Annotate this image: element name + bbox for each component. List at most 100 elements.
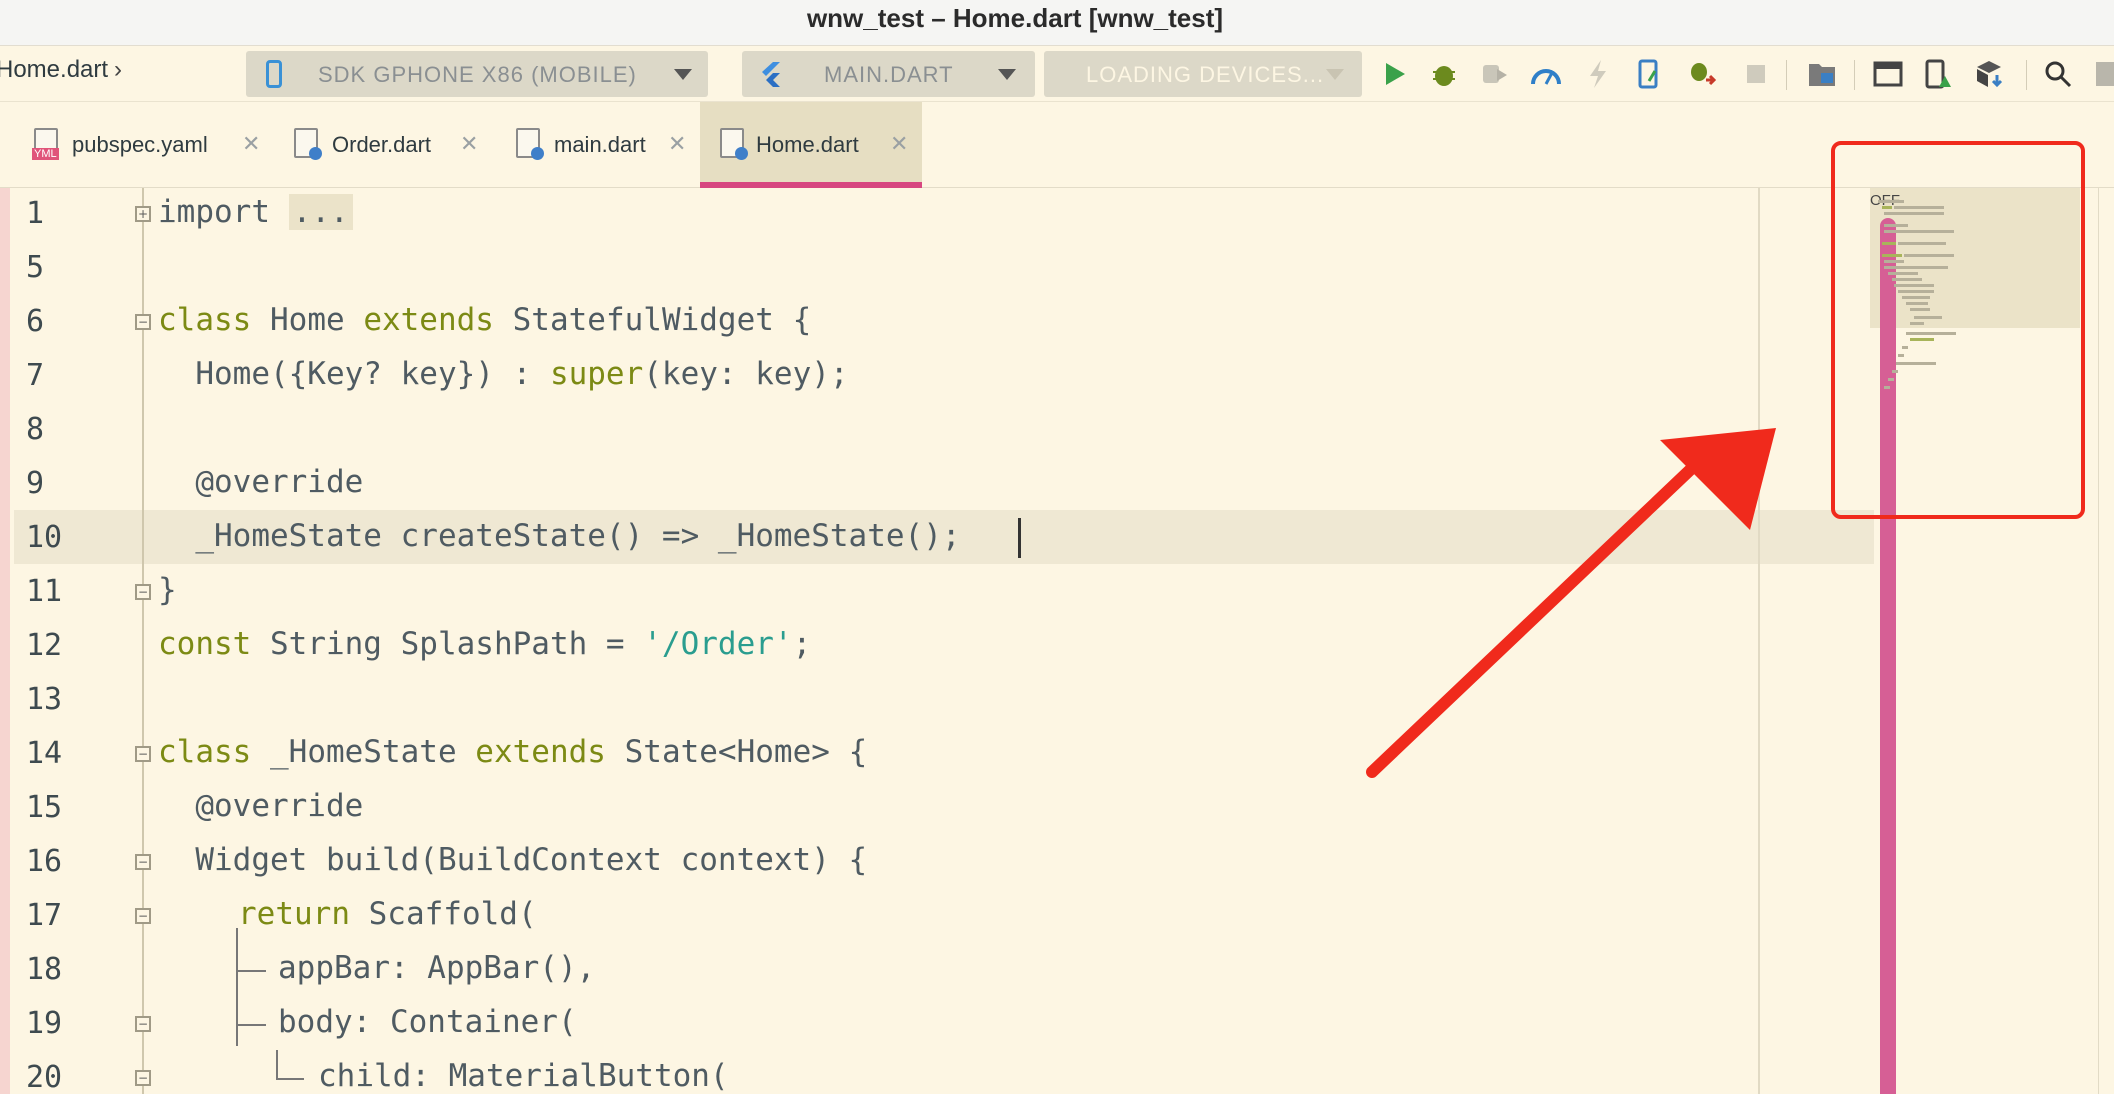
user-icon[interactable]: [2094, 58, 2114, 90]
toolbar-separator: [1854, 60, 1855, 90]
fold-expand-icon[interactable]: +: [135, 206, 151, 222]
chevron-down-icon: [998, 69, 1016, 80]
dart-file-icon: [294, 128, 322, 160]
editor-left-strip: [0, 188, 10, 1094]
device-manager-icon[interactable]: [1922, 58, 1954, 90]
fold-collapse-icon[interactable]: −: [135, 854, 151, 870]
fold-collapse-icon[interactable]: −: [135, 908, 151, 924]
code-line-20: child: MaterialButton(: [318, 1058, 729, 1094]
code-line-1: import ...: [158, 194, 353, 230]
tab-home-dart[interactable]: Home.dart ✕: [700, 102, 922, 188]
search-icon[interactable]: [2042, 58, 2074, 90]
chevron-down-icon: [674, 69, 692, 80]
line-number: 11: [26, 574, 63, 609]
tab-pubspec-yaml[interactable]: YML pubspec.yaml ✕: [26, 102, 266, 188]
text-cursor: [1018, 518, 1021, 558]
indent-tree-guide: [276, 1078, 304, 1080]
annotation-highlight-box: [1831, 141, 2085, 519]
dart-file-icon: [720, 128, 748, 160]
hot-reload-icon[interactable]: [1582, 58, 1614, 90]
code-line-19: body: Container(: [278, 1004, 577, 1040]
phone-icon: [266, 60, 282, 88]
breadcrumb[interactable]: Home.dart ›: [0, 56, 122, 84]
line-number: 16: [26, 844, 63, 879]
line-number: 10: [26, 520, 63, 555]
line-number: 9: [26, 466, 45, 501]
terminal-icon[interactable]: [1872, 58, 1904, 90]
code-line-18: appBar: AppBar(),: [278, 950, 596, 986]
right-tool-window-strip[interactable]: [2098, 188, 2114, 1094]
project-structure-icon[interactable]: [1806, 58, 1838, 90]
chevron-right-icon: ›: [114, 56, 123, 83]
code-line-7: Home({Key? key}) : super(key: key);: [158, 356, 849, 392]
profiler-icon[interactable]: [1530, 58, 1562, 90]
target-devices-selector[interactable]: LOADING DEVICES...: [1044, 51, 1362, 97]
chevron-down-icon: [1326, 69, 1344, 80]
yaml-file-icon: YML: [32, 128, 59, 160]
line-number: 5: [26, 250, 45, 285]
code-editor[interactable]: 1 5 6 7 8 9 10 11 12 13 14 15 16 17 18 1…: [0, 188, 2114, 1094]
tab-label: main.dart: [554, 132, 646, 157]
fold-collapse-icon[interactable]: −: [135, 1070, 151, 1086]
main-toolbar: Home.dart › SDK GPHONE X86 (MOBILE) MAIN.…: [0, 46, 2114, 102]
tab-label: Order.dart: [332, 132, 432, 157]
code-line-15: @override: [158, 788, 364, 824]
indent-tree-guide: [236, 928, 238, 1046]
device-selector-label: SDK GPHONE X86 (MOBILE): [318, 62, 637, 87]
collapsed-imports[interactable]: ...: [288, 194, 353, 230]
fold-collapse-icon[interactable]: −: [135, 1016, 151, 1032]
code-line-14: class _HomeState extends State<Home> {: [158, 734, 868, 770]
toolbar-separator: [1786, 60, 1787, 90]
device-selector[interactable]: SDK GPHONE X86 (MOBILE): [246, 51, 708, 97]
toolbar-separator: [2026, 60, 2027, 90]
tab-label: Home.dart: [756, 132, 859, 157]
tab-label: pubspec.yaml: [72, 132, 208, 157]
line-number: 17: [26, 898, 63, 933]
line-number: 7: [26, 358, 45, 393]
code-line-17: return Scaffold(: [238, 896, 537, 932]
title-bar: wnw_test – Home.dart [wnw_test]: [0, 0, 2114, 46]
line-number: 15: [26, 790, 63, 825]
breadcrumb-file[interactable]: Home.dart: [0, 56, 108, 83]
line-number: 14: [26, 736, 63, 771]
debug-icon[interactable]: [1428, 58, 1460, 90]
code-line-10: _HomeState createState() => _HomeState()…: [158, 518, 961, 554]
fold-collapse-icon[interactable]: −: [135, 314, 151, 330]
fold-end-icon[interactable]: −: [135, 584, 151, 600]
indent-tree-guide: [236, 970, 266, 972]
attach-debugger-icon[interactable]: [1478, 58, 1510, 90]
tab-main-dart[interactable]: main.dart ✕: [508, 102, 698, 188]
close-icon[interactable]: ✕: [890, 131, 908, 157]
code-line-12: const String SplashPath = '/Order';: [158, 626, 812, 662]
dart-file-icon: [516, 128, 544, 160]
close-icon[interactable]: ✕: [242, 131, 260, 157]
stop-icon[interactable]: [1740, 58, 1772, 90]
code-line-16: Widget build(BuildContext context) {: [158, 842, 868, 878]
sdk-manager-icon[interactable]: [1974, 58, 2006, 90]
run-icon[interactable]: [1378, 58, 1410, 90]
annotation-arrow-icon: [1366, 428, 1776, 778]
code-line-11: }: [158, 572, 177, 608]
flutter-icon: [762, 62, 780, 87]
run-config-selector[interactable]: MAIN.DART: [742, 51, 1035, 97]
indent-tree-guide: [236, 1024, 266, 1026]
tab-order-dart[interactable]: Order.dart ✕: [286, 102, 492, 188]
line-number: 13: [26, 682, 63, 717]
line-number: 1: [26, 196, 45, 231]
code-line-6: class Home extends StatefulWidget {: [158, 302, 812, 338]
close-icon[interactable]: ✕: [460, 131, 478, 157]
editor-tab-bar: YML pubspec.yaml ✕ Order.dart ✕ main.dar…: [0, 102, 2114, 188]
debug-attach-icon[interactable]: [1686, 58, 1718, 90]
line-number: 6: [26, 304, 45, 339]
line-number: 8: [26, 412, 45, 447]
line-number: 18: [26, 952, 63, 987]
fold-collapse-icon[interactable]: −: [135, 746, 151, 762]
code-line-9: @override: [158, 464, 364, 500]
window-title: wnw_test – Home.dart [wnw_test]: [806, 3, 1224, 33]
line-number: 12: [26, 628, 63, 663]
close-icon[interactable]: ✕: [668, 131, 686, 157]
run-config-label: MAIN.DART: [824, 62, 954, 87]
line-number: 20: [26, 1060, 63, 1094]
line-number: 19: [26, 1006, 63, 1041]
device-file-icon[interactable]: [1634, 58, 1666, 90]
